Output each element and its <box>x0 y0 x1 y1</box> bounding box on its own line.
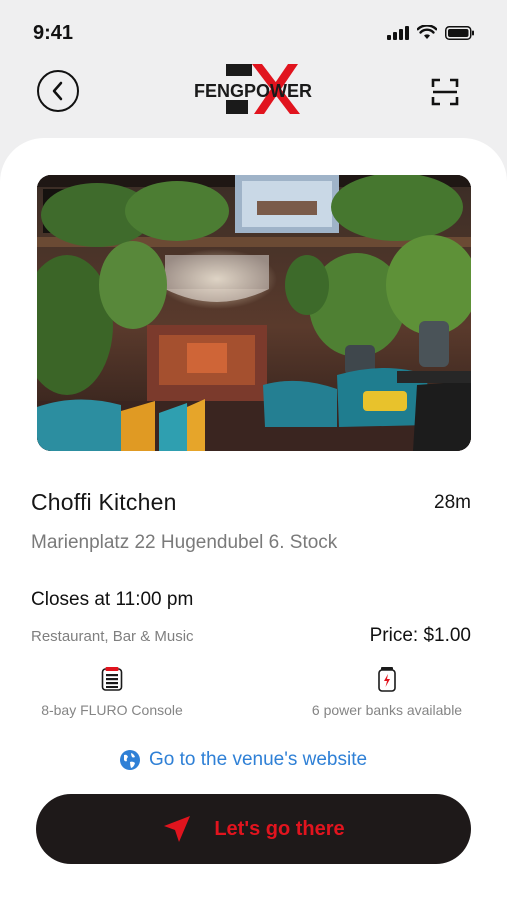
app-header: FENG POWER <box>0 62 507 122</box>
cellular-signal-icon <box>387 25 409 40</box>
venue-detail-card: Choffi Kitchen 28m Marienplatz 22 Hugend… <box>0 138 507 900</box>
venue-website-link[interactable]: Go to the venue's website <box>119 748 367 772</box>
status-time: 9:41 <box>33 22 74 44</box>
console-icon <box>101 667 123 691</box>
fengpower-logo: FENG POWER <box>194 64 312 114</box>
wifi-icon <box>417 25 437 39</box>
scan-icon[interactable] <box>431 78 459 106</box>
feature-console-label: 8-bay FLURO Console <box>41 702 183 718</box>
logo-text-feng: FENG <box>194 81 244 101</box>
venue-photo <box>37 175 471 451</box>
feature-power-banks: 6 power banks available <box>300 666 474 718</box>
lets-go-label: Let's go there <box>214 817 345 840</box>
closing-time: Closes at 11:00 pm <box>31 589 194 610</box>
back-button[interactable] <box>37 70 79 112</box>
battery-icon <box>378 667 396 692</box>
venue-name: Choffi Kitchen <box>31 489 177 515</box>
status-bar: 9:41 <box>0 0 507 62</box>
venue-distance: 28m <box>434 492 471 513</box>
feature-console: 8-bay FLURO Console <box>35 666 189 718</box>
globe-icon <box>120 750 140 770</box>
status-icons <box>387 25 475 40</box>
venue-category: Restaurant, Bar & Music <box>31 628 194 645</box>
venue-price: Price: $1.00 <box>369 625 471 646</box>
venue-address: Marienplatz 22 Hugendubel 6. Stock <box>31 532 338 553</box>
feature-power-banks-label: 6 power banks available <box>311 702 463 718</box>
venue-website-text: Go to the venue's website <box>149 749 368 770</box>
lets-go-button[interactable]: Let's go there <box>36 794 471 864</box>
battery-status-icon <box>445 25 474 40</box>
chevron-left-icon <box>52 81 63 101</box>
navigation-arrow-icon <box>164 816 191 842</box>
logo-text-power: POWER <box>244 81 312 101</box>
